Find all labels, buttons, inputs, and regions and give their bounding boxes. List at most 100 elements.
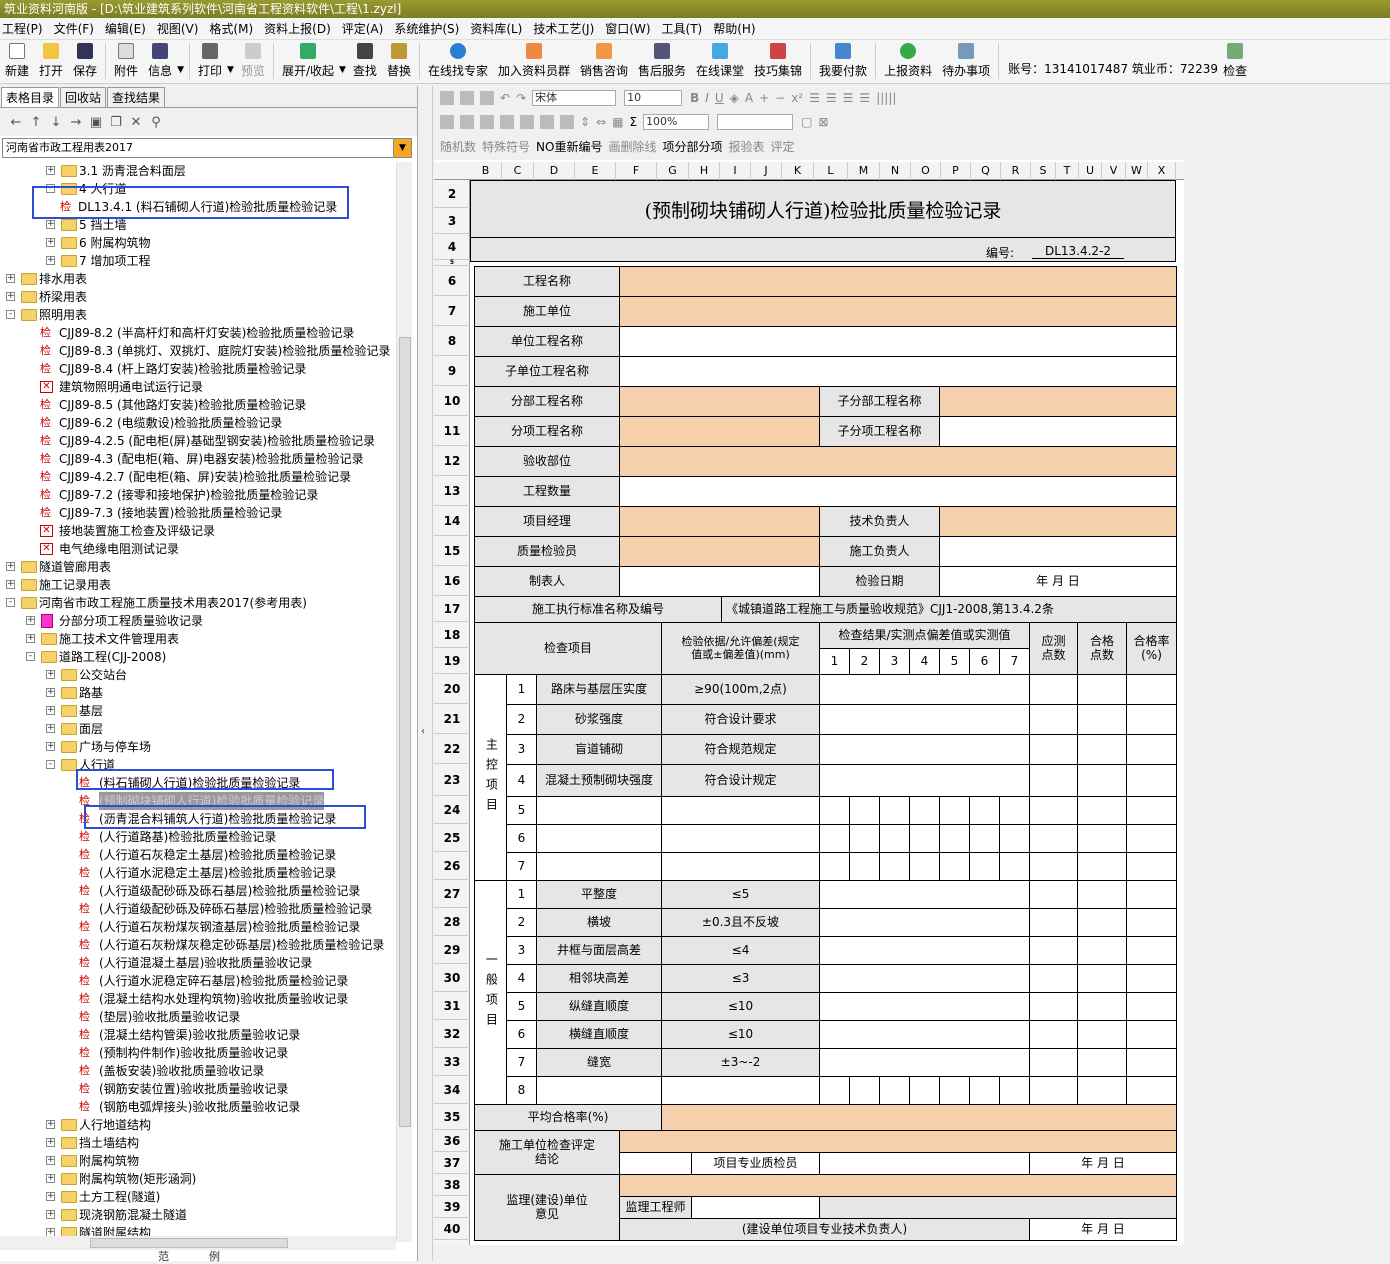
row-header[interactable]: 28 [434,908,470,936]
tree-item[interactable]: +6 附属构筑物 [0,234,396,252]
arrow-down-icon[interactable]: ↓ [46,115,66,130]
copy-icon[interactable]: ❐ [106,115,126,130]
pass-field[interactable] [1077,764,1127,797]
rate-field[interactable] [1126,824,1177,853]
result-point[interactable] [849,1076,880,1105]
align-right-icon[interactable]: ☰ [843,91,854,105]
preview-button[interactable]: 预览 [236,43,270,79]
column-header[interactable]: X [1148,162,1176,180]
row-header[interactable]: 31 [434,992,470,1020]
strikethrough-button[interactable]: 画删除线 [608,138,656,155]
form-number-value[interactable]: DL13.4.2-2 [1032,244,1124,259]
tree-item[interactable]: 检 CJJ89-6.2 (电缆敷设)检验批质量检验记录 [0,414,396,432]
expand-icon[interactable]: + [46,688,55,697]
replace-button[interactable]: 替换 [382,43,416,79]
tree-item[interactable]: + 施工技术文件管理用表 [0,630,396,648]
tree-item[interactable]: +7 增加项工程 [0,252,396,270]
should-field[interactable] [1029,734,1078,765]
construction-unit-field[interactable] [619,296,1177,327]
row-header[interactable]: 9 [434,356,470,386]
preparer-field[interactable] [619,566,820,597]
result-point[interactable] [909,1076,940,1105]
rate-field[interactable] [1126,880,1177,909]
result-field[interactable] [819,1048,1030,1077]
row-header[interactable]: 32 [434,1020,470,1048]
pass-field[interactable] [1077,796,1127,825]
expand-icon[interactable]: + [6,580,15,589]
expand-icon[interactable]: + [46,1174,55,1183]
sales-button[interactable]: 销售咨询 [575,43,633,79]
result-field[interactable] [819,1020,1030,1049]
expand-icon[interactable]: + [26,616,35,625]
column-header[interactable]: R [1001,162,1031,180]
should-field[interactable] [1029,796,1078,825]
result-field[interactable] [819,936,1030,965]
tree-item[interactable]: 检 (钢筋电弧焊接头)验收批质量验收记录 [0,1098,396,1116]
open-button[interactable]: 打开 [34,43,68,79]
row-header[interactable]: 30 [434,964,470,992]
size-select[interactable]: 10 [624,90,683,106]
result-point[interactable] [969,852,1000,881]
row-header[interactable]: 38 [434,1174,470,1196]
rate-field[interactable] [1126,764,1177,797]
tab-catalog[interactable]: 表格目录 [1,87,60,107]
avg-rate-field[interactable] [661,1104,1177,1131]
rate-field[interactable] [1126,1020,1177,1049]
tab-recycle[interactable]: 回收站 [60,87,107,107]
sub-division-field[interactable] [939,386,1177,417]
menu-item[interactable]: 工具(T) [662,20,703,37]
pro-inspector-date[interactable]: 年 月 日 [1029,1152,1177,1175]
online-expert-button[interactable]: 在线找专家 [423,43,493,79]
todo-button[interactable]: 待办事项 [937,43,995,79]
info-button[interactable]: 信息 [143,43,177,79]
arrow-left-icon[interactable]: ← [6,115,26,130]
tree-item[interactable]: 检 (人行道水泥稳定土基层)检验批质量检验记录 [0,864,396,882]
report-form-button[interactable]: 报验表 [729,138,765,155]
result-point[interactable] [819,796,850,825]
redo-icon[interactable]: ↷ [516,91,526,105]
pass-field[interactable] [1077,880,1127,909]
result-point[interactable] [849,796,880,825]
collapse-icon[interactable]: - [6,310,15,319]
result-point[interactable] [999,852,1030,881]
pass-field[interactable] [1077,704,1127,735]
result-point[interactable] [879,796,910,825]
column-header[interactable]: Q [971,162,1001,180]
expand-icon[interactable]: + [46,1138,55,1147]
owner-rep-date[interactable]: 年 月 日 [1029,1218,1177,1241]
should-field[interactable] [1029,764,1078,797]
line-style-select[interactable] [717,114,794,130]
result-field[interactable] [819,764,1030,797]
result-point[interactable] [879,824,910,853]
menu-item[interactable]: 资料上报(D) [264,20,331,37]
paste-icon[interactable] [440,91,454,105]
row-header[interactable]: 18 [434,622,470,648]
collapse-icon[interactable]: - [6,598,15,607]
tree-item[interactable]: + 人行地道结构 [0,1116,396,1134]
tech-lead-field[interactable] [939,506,1177,537]
row-header[interactable]: 15 [434,536,470,566]
supervision-field[interactable] [619,1174,1177,1197]
check-date-field[interactable]: 年 月 日 [939,566,1177,597]
clipboard-icon[interactable] [480,91,494,105]
column-header[interactable]: M [848,162,880,180]
row-header[interactable]: 21 [434,704,470,734]
tree-item[interactable]: 检 CJJ89-8.4 (杆上路灯安装)检验批质量检验记录 [0,360,396,378]
tab-search-results[interactable]: 查找结果 [107,87,166,107]
should-field[interactable] [1029,964,1078,993]
result-field[interactable] [819,964,1030,993]
column-header[interactable]: D [534,162,575,180]
row-header[interactable]: 2 [434,180,470,208]
border-icon[interactable]: ▢ [801,115,812,129]
barcode-icon[interactable]: ||||| [876,91,896,105]
pass-field[interactable] [1077,992,1127,1021]
tree-item[interactable]: + 土方工程(隧道) [0,1188,396,1206]
tree-item[interactable]: + 挡土墙结构 [0,1134,396,1152]
expand-dropdown-icon[interactable]: ▼ [339,65,346,75]
renumber-button[interactable]: NO重新编号 [536,138,602,155]
result-point[interactable] [819,1076,850,1105]
row-header[interactable]: 11 [434,416,470,446]
result-point[interactable] [939,1076,970,1105]
qc-field[interactable] [619,536,820,567]
column-header[interactable]: E [575,162,616,180]
